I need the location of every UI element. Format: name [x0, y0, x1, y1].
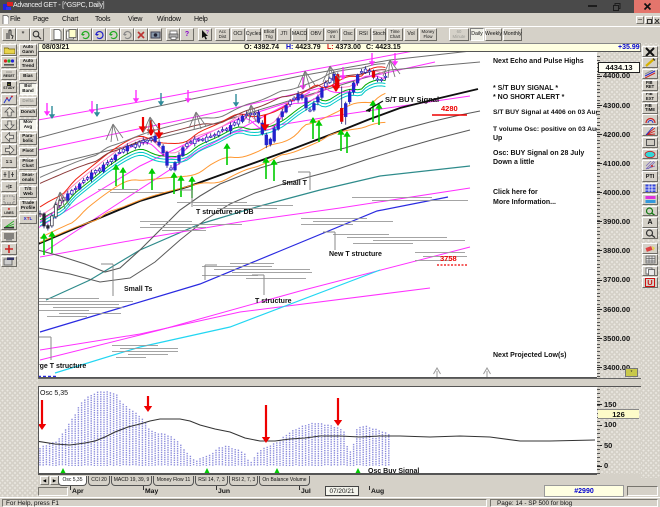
svg-text:Next Echo and Pulse Highs: Next Echo and Pulse Highs [493, 58, 584, 65]
svg-text:T structure or DB: T structure or DB [196, 209, 254, 216]
svg-text:S/T BUY Signal at 4406 on 03 A: S/T BUY Signal at 4406 on 03 August [493, 109, 597, 116]
svg-text:4280: 4280 [441, 104, 458, 113]
svg-text:T volume Osc: positive on 03 A: T volume Osc: positive on 03 August [493, 126, 597, 133]
svg-text:Small Ts: Small Ts [124, 286, 152, 293]
svg-text:Osc: BUY Signal on 28 July: Osc: BUY Signal on 28 July [493, 150, 584, 157]
svg-text:?: ? [206, 30, 209, 36]
svg-text:Down a little: Down a little [493, 159, 534, 166]
svg-text:3758: 3758 [440, 254, 457, 263]
svg-text:New T structure: New T structure [329, 251, 382, 258]
svg-text:Small T: Small T [282, 180, 308, 187]
svg-text:* S/T BUY SIGNAL *: * S/T BUY SIGNAL * [493, 85, 558, 92]
svg-text:Up: Up [493, 135, 502, 142]
svg-text:arge T structure: arge T structure [38, 363, 86, 370]
svg-text:* NO SHORT ALERT *: * NO SHORT ALERT * [493, 94, 565, 101]
svg-text:S/T BUY Signal: S/T BUY Signal [385, 95, 439, 104]
svg-text:T structure: T structure [255, 298, 292, 305]
svg-text:More Information...: More Information... [493, 199, 556, 206]
svg-text:Osc 5,35: Osc 5,35 [40, 390, 68, 397]
svg-text:Click here for: Click here for [493, 189, 538, 196]
svg-text:Next Projected Low(s): Next Projected Low(s) [493, 352, 567, 359]
